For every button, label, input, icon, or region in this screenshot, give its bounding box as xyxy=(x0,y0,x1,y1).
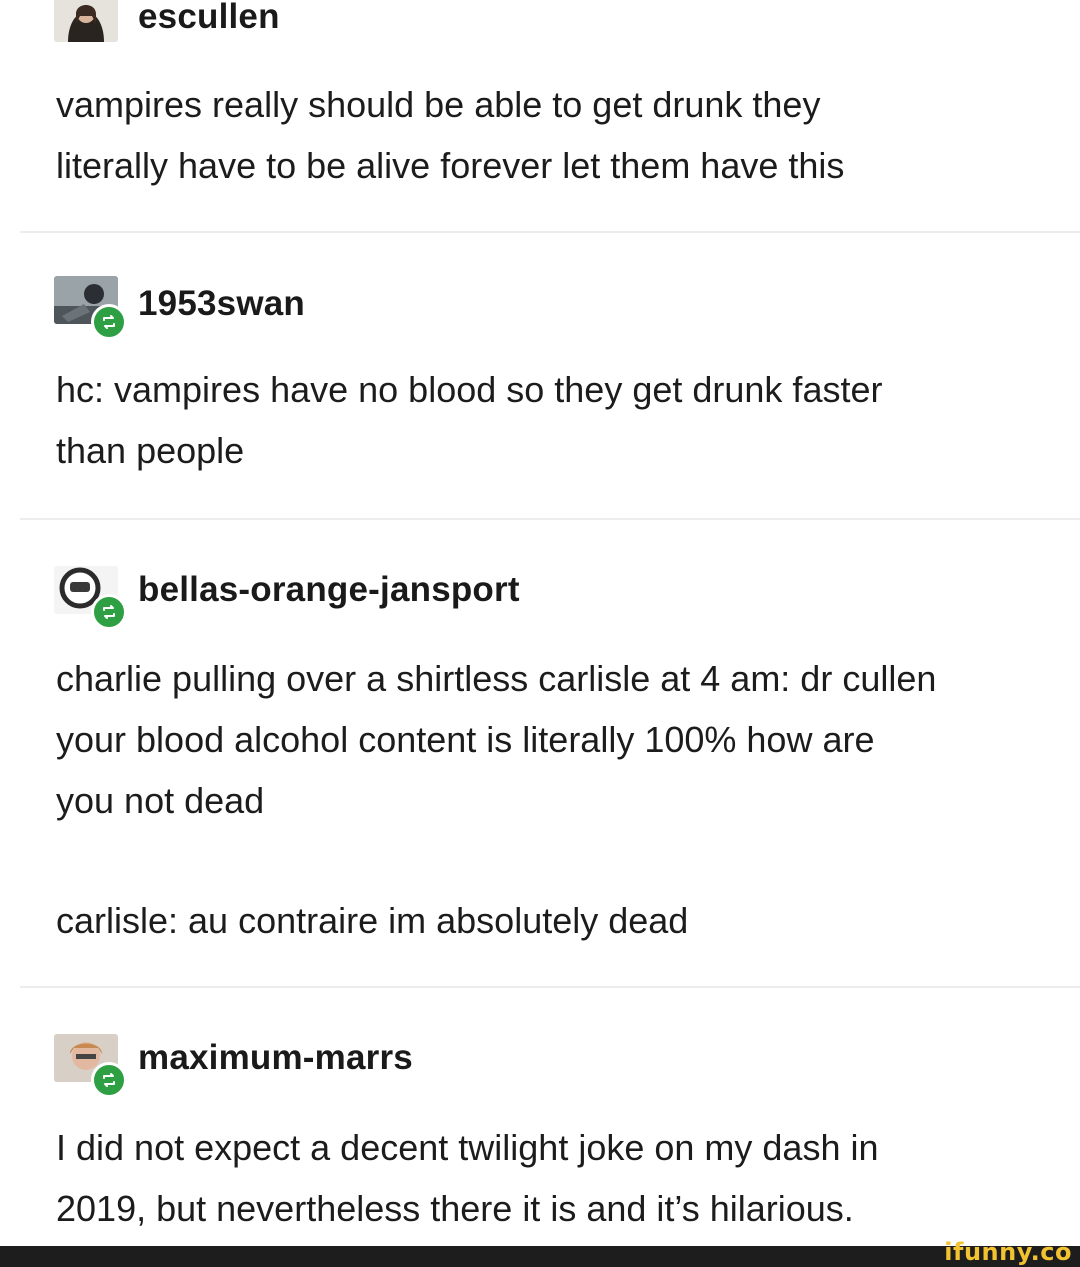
text-line: carlisle: au contraire im absolutely dea… xyxy=(56,900,689,941)
post-text: hc: vampires have no blood so they get d… xyxy=(56,359,1066,481)
post-divider xyxy=(20,986,1080,988)
text-line: literally have to be alive forever let t… xyxy=(56,145,845,186)
text-line: I did not expect a decent twilight joke … xyxy=(56,1127,879,1168)
text-line: your blood alcohol content is literally … xyxy=(56,719,875,760)
text-line: vampires really should be able to get dr… xyxy=(56,84,821,125)
watermark-bar: ifunny.co xyxy=(0,1238,1080,1267)
username[interactable]: bellas-orange-jansport xyxy=(138,570,520,610)
avatar[interactable] xyxy=(54,276,127,340)
post-divider xyxy=(20,231,1080,233)
text-line: you not dead xyxy=(56,780,265,821)
username[interactable]: escullen xyxy=(138,0,280,37)
post-text: charlie pulling over a shirtless carlisl… xyxy=(56,648,1066,831)
post-text-paragraph-2: carlisle: au contraire im absolutely dea… xyxy=(56,890,1066,951)
username[interactable]: maximum-marrs xyxy=(138,1038,413,1078)
post-text: I did not expect a decent twilight joke … xyxy=(56,1117,1066,1239)
text-line: charlie pulling over a shirtless carlisl… xyxy=(56,658,937,699)
avatar[interactable] xyxy=(54,1034,127,1098)
post-text: vampires really should be able to get dr… xyxy=(56,74,1066,196)
avatar[interactable] xyxy=(54,566,127,630)
ifunny-watermark: ifunny.co xyxy=(944,1238,1072,1266)
post-divider xyxy=(20,518,1080,520)
text-line: than people xyxy=(56,430,245,471)
text-line: hc: vampires have no blood so they get d… xyxy=(56,369,883,410)
username[interactable]: 1953swan xyxy=(138,284,305,324)
reblog-icon xyxy=(91,594,127,630)
avatar[interactable] xyxy=(54,0,118,42)
reblog-icon xyxy=(91,1062,127,1098)
reblog-icon xyxy=(91,304,127,340)
text-line: 2019, but nevertheless there it is and i… xyxy=(56,1188,854,1229)
user-avatar-image xyxy=(54,0,118,42)
